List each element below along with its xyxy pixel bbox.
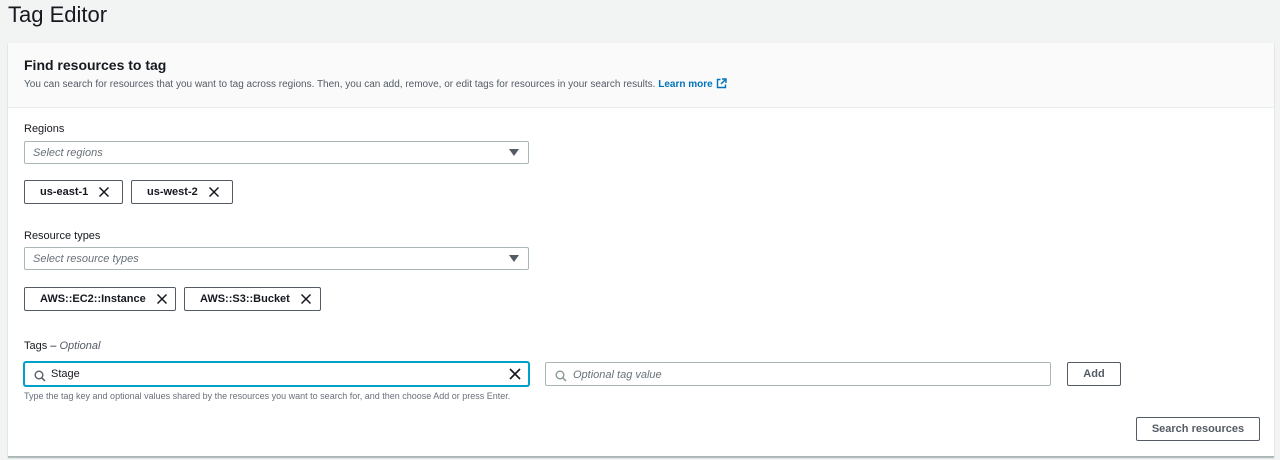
- panel-description-text: You can search for resources that you wa…: [24, 79, 656, 90]
- tags-label: Tags – Optional: [24, 339, 100, 353]
- learn-more-label: Learn more: [658, 79, 713, 90]
- panel-header: Find resources to tag You can search for…: [8, 43, 1274, 108]
- search-resources-button[interactable]: Search resources: [1136, 417, 1260, 441]
- token-label: us-east-1: [40, 186, 89, 198]
- find-resources-panel: Find resources to tag You can search for…: [8, 43, 1274, 457]
- tags-label-text: Tags –: [24, 340, 57, 352]
- region-token-us-east-1: us-east-1: [24, 180, 123, 204]
- resource-token-s3-bucket: AWS::S3::Bucket: [184, 287, 321, 311]
- region-token-us-west-2: us-west-2: [131, 180, 233, 204]
- tag-key-field: [24, 362, 529, 386]
- tags-label-optional: Optional: [59, 340, 101, 352]
- tag-value-field: [545, 362, 1051, 386]
- panel-title: Find resources to tag: [24, 57, 167, 73]
- external-link-icon: [716, 78, 727, 94]
- caret-down-icon: [509, 149, 519, 156]
- caret-down-icon: [509, 255, 519, 262]
- token-label: AWS::EC2::Instance: [40, 293, 146, 305]
- add-tag-button[interactable]: Add: [1067, 362, 1121, 386]
- regions-select[interactable]: Select regions: [24, 141, 529, 164]
- tags-hint: Type the tag key and optional values sha…: [24, 391, 511, 401]
- token-label: us-west-2: [147, 186, 198, 198]
- learn-more-link[interactable]: Learn more: [658, 78, 727, 90]
- resource-token-ec2-instance: AWS::EC2::Instance: [24, 287, 176, 311]
- search-icon: [555, 369, 567, 387]
- page-title: Tag Editor: [8, 2, 108, 27]
- tag-value-input[interactable]: [573, 367, 1033, 382]
- close-icon[interactable]: [97, 185, 111, 199]
- resource-types-placeholder: Select resource types: [33, 253, 139, 265]
- resource-types-select[interactable]: Select resource types: [24, 247, 529, 270]
- regions-placeholder: Select regions: [33, 147, 103, 159]
- close-icon[interactable]: [299, 292, 313, 306]
- clear-icon[interactable]: [508, 367, 522, 381]
- regions-label: Regions: [24, 123, 65, 135]
- panel-description: You can search for resources that you wa…: [24, 78, 727, 94]
- resource-types-label: Resource types: [24, 230, 101, 242]
- close-icon[interactable]: [155, 292, 169, 306]
- tag-key-input[interactable]: [51, 366, 501, 382]
- close-icon[interactable]: [207, 185, 221, 199]
- search-icon: [34, 369, 46, 387]
- token-label: AWS::S3::Bucket: [200, 293, 290, 305]
